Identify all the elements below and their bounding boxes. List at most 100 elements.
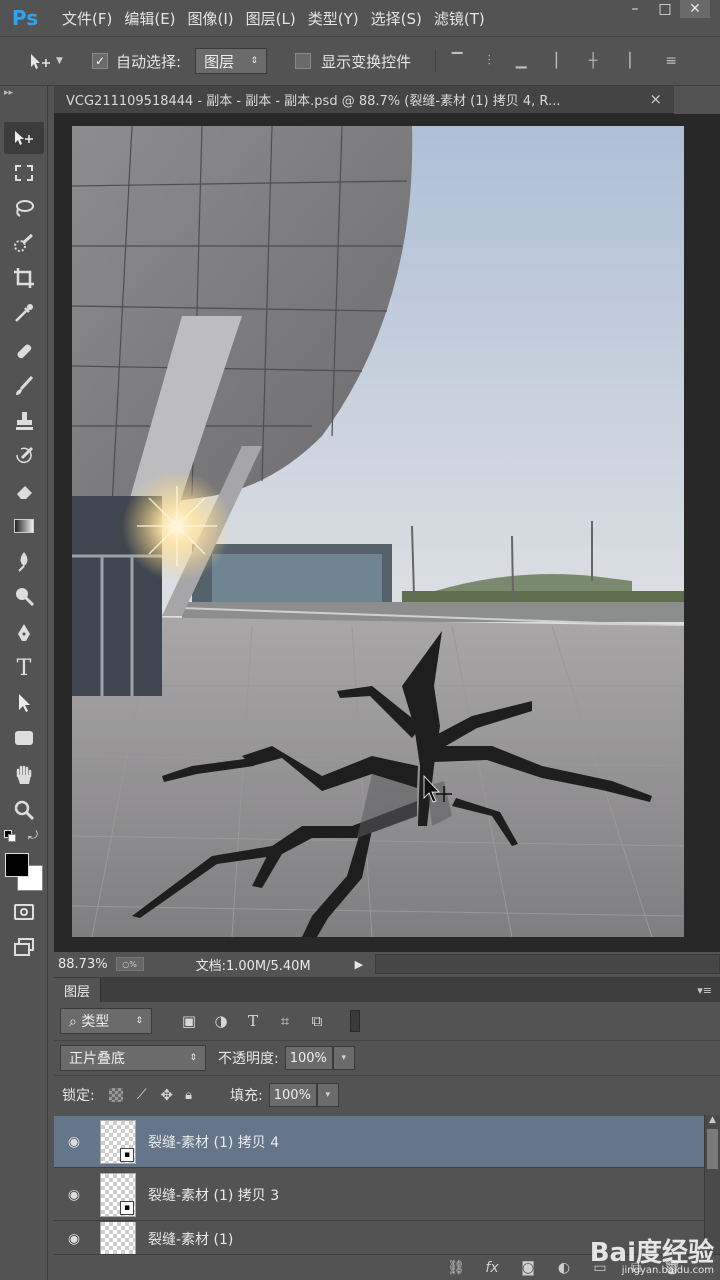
- filter-toggle[interactable]: [350, 1010, 360, 1032]
- layer-row[interactable]: ◉ ▪ 裂缝-素材 (1) 拷贝 3: [54, 1169, 704, 1221]
- blur-tool-icon[interactable]: [4, 545, 44, 577]
- layers-panel-header: 图层 ▾≡: [54, 978, 720, 1002]
- layer-name[interactable]: 裂缝-素材 (1) 拷贝 3: [148, 1185, 279, 1205]
- layer-thumbnail: [100, 1222, 136, 1255]
- layer-thumbnail: ▪: [100, 1172, 136, 1217]
- clone-stamp-tool-icon[interactable]: [4, 405, 44, 437]
- visibility-eye-icon[interactable]: ◉: [54, 1231, 94, 1247]
- gradient-tool-icon[interactable]: [4, 510, 44, 542]
- fill-dropdown-icon[interactable]: ▾: [316, 1083, 339, 1107]
- layer-style-icon[interactable]: fx: [474, 1260, 510, 1276]
- move-tool-icon[interactable]: [4, 122, 44, 154]
- link-layers-icon[interactable]: ⛓: [438, 1260, 474, 1276]
- opacity-dropdown-icon[interactable]: ▾: [332, 1046, 355, 1070]
- default-colors-icon[interactable]: [4, 830, 18, 842]
- history-brush-tool-icon[interactable]: [4, 440, 44, 472]
- type-filter-icon[interactable]: T: [240, 1009, 266, 1033]
- menu-filter[interactable]: 滤镜(T): [434, 8, 485, 29]
- adjustment-filter-icon[interactable]: ◑: [208, 1009, 234, 1033]
- show-transform-checkbox[interactable]: [295, 53, 312, 69]
- visibility-eye-icon[interactable]: ◉: [54, 1134, 94, 1150]
- align-left-icon[interactable]: ▏: [550, 50, 572, 72]
- screen-mode-icon[interactable]: [4, 931, 44, 963]
- lock-transparent-icon[interactable]: [108, 1088, 123, 1102]
- menu-layer[interactable]: 图层(L): [246, 8, 296, 29]
- add-mask-icon[interactable]: ◙: [510, 1260, 546, 1276]
- watermark-brand: Bai度经验: [589, 1238, 714, 1268]
- move-tool-preset-picker[interactable]: ▼: [28, 51, 74, 71]
- layer-name[interactable]: 裂缝-素材 (1): [148, 1229, 233, 1249]
- align-top-icon[interactable]: ▔: [446, 50, 468, 72]
- smart-object-badge-icon: ▪: [120, 1147, 134, 1162]
- layer-name[interactable]: 裂缝-素材 (1) 拷贝 4: [148, 1132, 279, 1152]
- align-vcenter-icon[interactable]: ⫶: [478, 50, 500, 72]
- crop-tool-icon[interactable]: [4, 262, 44, 294]
- type-tool-icon[interactable]: T: [4, 652, 44, 684]
- menu-edit[interactable]: 编辑(E): [124, 8, 175, 29]
- canvas-area[interactable]: [54, 114, 720, 952]
- dodge-tool-icon[interactable]: [4, 580, 44, 612]
- healing-brush-tool-icon[interactable]: [4, 335, 44, 367]
- lock-position-icon[interactable]: ✥: [161, 1086, 174, 1104]
- zoom-tool-icon[interactable]: [4, 794, 44, 826]
- status-info-icon[interactable]: ○%: [115, 957, 144, 971]
- layer-row[interactable]: ◉ ▪ 裂缝-素材 (1) 拷贝 4: [54, 1116, 704, 1168]
- auto-select-checkbox[interactable]: ✓: [92, 53, 108, 69]
- brush-tool-icon[interactable]: [4, 370, 44, 402]
- layers-tab[interactable]: 图层: [54, 978, 102, 1002]
- path-selection-tool-icon[interactable]: [4, 687, 44, 719]
- eraser-tool-icon[interactable]: [4, 475, 44, 507]
- zoom-level[interactable]: 88.73%: [58, 957, 108, 972]
- maximize-button[interactable]: □: [650, 0, 680, 18]
- lock-all-icon[interactable]: 🔒︎: [185, 1088, 192, 1103]
- rectangle-tool-icon[interactable]: [4, 722, 44, 754]
- foreground-color-swatch[interactable]: [5, 853, 29, 877]
- hand-tool-icon[interactable]: [4, 759, 44, 791]
- smart-object-filter-icon[interactable]: ⧉: [304, 1009, 330, 1033]
- distribute-top-icon[interactable]: ≡: [660, 50, 682, 72]
- shape-filter-icon[interactable]: ⌗: [272, 1009, 298, 1033]
- filter-kind-select[interactable]: ⌕ 类型 ⇕: [60, 1008, 152, 1034]
- baidu-watermark: Bai度经验 jingyan.baidu.com: [590, 1240, 714, 1276]
- marquee-tool-icon[interactable]: [4, 157, 44, 189]
- menu-file[interactable]: 文件(F): [62, 8, 112, 29]
- close-button[interactable]: ✕: [680, 0, 710, 18]
- scroll-up-icon[interactable]: ▲: [705, 1115, 720, 1125]
- document-tab[interactable]: VCG211109518444 - 副本 - 副本 - 副本.psd @ 88.…: [54, 86, 674, 114]
- filter-kind-label: 类型: [81, 1014, 110, 1030]
- pixel-filter-icon[interactable]: ▣: [176, 1009, 202, 1033]
- blend-mode-select[interactable]: 正片叠底 ⇕: [60, 1045, 206, 1071]
- minimize-button[interactable]: –: [620, 0, 650, 18]
- swap-colors-icon[interactable]: ⤾: [28, 828, 38, 843]
- align-bottom-icon[interactable]: ▁: [510, 50, 532, 72]
- fill-label: 填充:: [230, 1088, 263, 1104]
- smart-object-badge-icon: ▪: [120, 1200, 134, 1215]
- menu-type[interactable]: 类型(Y): [308, 8, 359, 29]
- options-bar: ▼ ✓ 自动选择: 图层 ⇕ 显示变换控件 ▔ ⫶ ▁ ▏ ┼ ▕ ≡: [0, 36, 720, 86]
- fill-input[interactable]: 100%: [268, 1083, 317, 1107]
- chevron-down-icon: ▼: [56, 56, 63, 66]
- visibility-eye-icon[interactable]: ◉: [54, 1187, 94, 1203]
- auto-select-label: 自动选择:: [116, 52, 182, 71]
- panel-menu-icon[interactable]: ▾≡: [697, 984, 712, 997]
- lasso-tool-icon[interactable]: [4, 192, 44, 224]
- menu-image[interactable]: 图像(I): [188, 8, 234, 29]
- auto-select-target-select[interactable]: 图层 ⇕: [195, 48, 268, 74]
- quick-mask-icon[interactable]: [4, 896, 44, 928]
- pen-tool-icon[interactable]: [4, 617, 44, 649]
- adjustment-layer-icon[interactable]: ◐: [546, 1260, 582, 1276]
- lock-image-icon[interactable]: ⟋: [137, 1087, 147, 1103]
- fill-value: 100%: [273, 1087, 311, 1103]
- panel-collapse-icon[interactable]: ▸▸: [4, 88, 13, 98]
- align-right-icon[interactable]: ▕: [614, 50, 636, 72]
- align-hcenter-icon[interactable]: ┼: [582, 50, 604, 72]
- eyedropper-tool-icon[interactable]: [4, 297, 44, 329]
- opacity-input[interactable]: 100%: [284, 1046, 333, 1070]
- menu-select[interactable]: 选择(S): [371, 8, 422, 29]
- canvas-image[interactable]: [72, 126, 684, 937]
- quick-selection-tool-icon[interactable]: [4, 227, 44, 259]
- status-menu-arrow-icon[interactable]: ▶: [355, 958, 363, 971]
- close-document-icon[interactable]: ×: [649, 90, 662, 108]
- scroll-thumb[interactable]: [707, 1129, 718, 1169]
- horizontal-scrollbar[interactable]: [375, 954, 720, 974]
